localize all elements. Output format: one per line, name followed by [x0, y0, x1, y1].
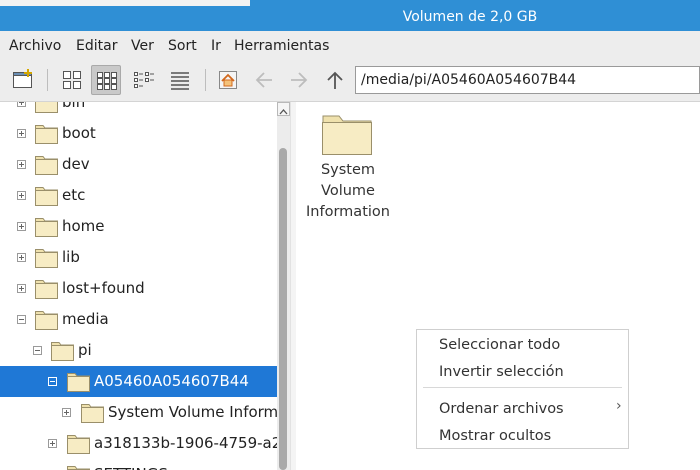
- expand-toggle-icon[interactable]: [62, 408, 71, 417]
- tree-item-label: pi: [78, 341, 92, 359]
- tree-item-label: media: [62, 310, 109, 328]
- compact-list-view-icon: [134, 72, 154, 88]
- back-button[interactable]: [249, 65, 279, 95]
- menu-archivo[interactable]: Archivo: [9, 31, 61, 61]
- scrollbar-thumb[interactable]: [279, 148, 287, 470]
- tree-item-label: SETTINGS: [94, 459, 168, 470]
- up-button[interactable]: [320, 65, 350, 95]
- folder-icon: [35, 102, 58, 113]
- folder-icon: [35, 156, 58, 175]
- tree-row[interactable]: bin: [0, 102, 277, 118]
- new-window-icon: [13, 69, 32, 88]
- tree-row[interactable]: pi: [0, 335, 277, 366]
- tree-row[interactable]: home: [0, 211, 277, 242]
- tree-row[interactable]: dev: [0, 149, 277, 180]
- folder-icon: [35, 311, 58, 330]
- menu-separator: [423, 387, 622, 388]
- tree-item-label: home: [62, 217, 105, 235]
- tree-item-label: a318133b-1906-4759-a29: [94, 434, 277, 452]
- expand-toggle-icon[interactable]: [17, 222, 26, 231]
- toolbar-separator: [47, 69, 48, 91]
- tree-row[interactable]: A05460A054607B44: [0, 366, 277, 397]
- title-bar: Volumen de 2,0 GB: [0, 0, 700, 31]
- tree-row[interactable]: lib: [0, 242, 277, 273]
- context-menu: Seleccionar todo Invertir selección Orde…: [416, 329, 629, 449]
- expand-toggle-icon[interactable]: [48, 439, 57, 448]
- tree-row[interactable]: media: [0, 304, 277, 335]
- small-icons-view-icon: [97, 72, 117, 90]
- tree-item-label: lost+found: [62, 279, 145, 297]
- tree-row[interactable]: SETTINGS: [0, 459, 277, 470]
- compact-view-button[interactable]: [129, 65, 159, 95]
- forward-arrow-icon: [291, 72, 308, 88]
- menu-item-invert-selection[interactable]: Invertir selección: [439, 362, 564, 382]
- folder-icon: [35, 249, 58, 268]
- folder-label-line: System: [320, 162, 376, 178]
- expand-toggle-icon[interactable]: [17, 284, 26, 293]
- expand-toggle-icon[interactable]: [17, 129, 26, 138]
- new-window-button[interactable]: [8, 65, 38, 95]
- detail-view-button[interactable]: [165, 65, 195, 95]
- window-title: Volumen de 2,0 GB: [402, 9, 538, 25]
- thumbnail-view-button[interactable]: [91, 65, 121, 95]
- menu-editar[interactable]: Editar: [76, 31, 117, 61]
- folder-icon: [67, 373, 90, 392]
- tree-item-label: lib: [62, 248, 80, 266]
- home-icon: [219, 71, 237, 89]
- folder-icon: [51, 342, 74, 361]
- back-arrow-icon: [255, 72, 272, 88]
- folder-icon: [67, 466, 90, 470]
- tree-row[interactable]: etc: [0, 180, 277, 211]
- folder-icon: [35, 187, 58, 206]
- home-button[interactable]: [213, 65, 243, 95]
- tree-item-label: dev: [62, 155, 90, 173]
- chevron-up-icon: [279, 109, 288, 115]
- location-bar[interactable]: /media/pi/A05460A054607B44: [355, 66, 700, 94]
- folder-item-system-volume-information[interactable]: [303, 108, 393, 160]
- scroll-up-button[interactable]: [277, 102, 290, 116]
- tree-item-label: A05460A054607B44: [94, 372, 249, 390]
- folder-label[interactable]: System Volume Information: [303, 160, 393, 223]
- folder-icon: [35, 218, 58, 237]
- submenu-arrow-icon: ›: [616, 398, 622, 414]
- expand-toggle-icon[interactable]: [17, 191, 26, 200]
- menu-herramientas[interactable]: Herramientas: [234, 31, 329, 61]
- menu-item-select-all[interactable]: Seleccionar todo: [439, 335, 560, 355]
- tree-row[interactable]: lost+found: [0, 273, 277, 304]
- expand-toggle-icon[interactable]: [17, 102, 26, 107]
- folder-icon: [81, 404, 104, 423]
- collapse-toggle-icon[interactable]: [48, 377, 57, 386]
- collapse-toggle-icon[interactable]: [17, 315, 26, 324]
- tree-item-label: bin: [62, 102, 86, 111]
- up-arrow-icon: [327, 71, 343, 89]
- collapse-toggle-icon[interactable]: [33, 346, 42, 355]
- menu-ver[interactable]: Ver: [131, 31, 154, 61]
- menu-ir[interactable]: Ir: [211, 31, 221, 61]
- tree-row[interactable]: System Volume Informa: [0, 397, 277, 428]
- toolbar-separator: [205, 69, 206, 91]
- folder-label-line: Volume: [321, 183, 375, 199]
- folder-icon: [67, 435, 90, 454]
- tree-row[interactable]: a318133b-1906-4759-a29: [0, 428, 277, 459]
- menu-item-sort-files[interactable]: Ordenar archivos: [439, 399, 564, 419]
- folder-icon: [35, 280, 58, 299]
- menu-sort[interactable]: Sort: [168, 31, 197, 61]
- tree-item-label: boot: [62, 124, 96, 142]
- expand-toggle-icon[interactable]: [17, 160, 26, 169]
- icon-view-button[interactable]: [57, 65, 87, 95]
- folder-icon: [35, 125, 58, 144]
- forward-button[interactable]: [284, 65, 314, 95]
- directory-tree: bin boot dev etc home lib lost+found media pi A05…: [0, 102, 277, 470]
- menu-bar: Archivo Editar Ver Sort Ir Herramientas: [0, 31, 700, 61]
- expand-toggle-icon[interactable]: [17, 253, 26, 262]
- folder-label-line: Information: [306, 204, 390, 220]
- menu-item-show-hidden[interactable]: Mostrar ocultos: [439, 426, 551, 446]
- detail-list-view-icon: [171, 72, 189, 90]
- tree-row[interactable]: boot: [0, 118, 277, 149]
- tree-item-label: etc: [62, 186, 86, 204]
- folder-icon: [322, 115, 372, 155]
- tree-item-label: System Volume Informa: [108, 403, 277, 421]
- large-icons-view-icon: [63, 71, 81, 89]
